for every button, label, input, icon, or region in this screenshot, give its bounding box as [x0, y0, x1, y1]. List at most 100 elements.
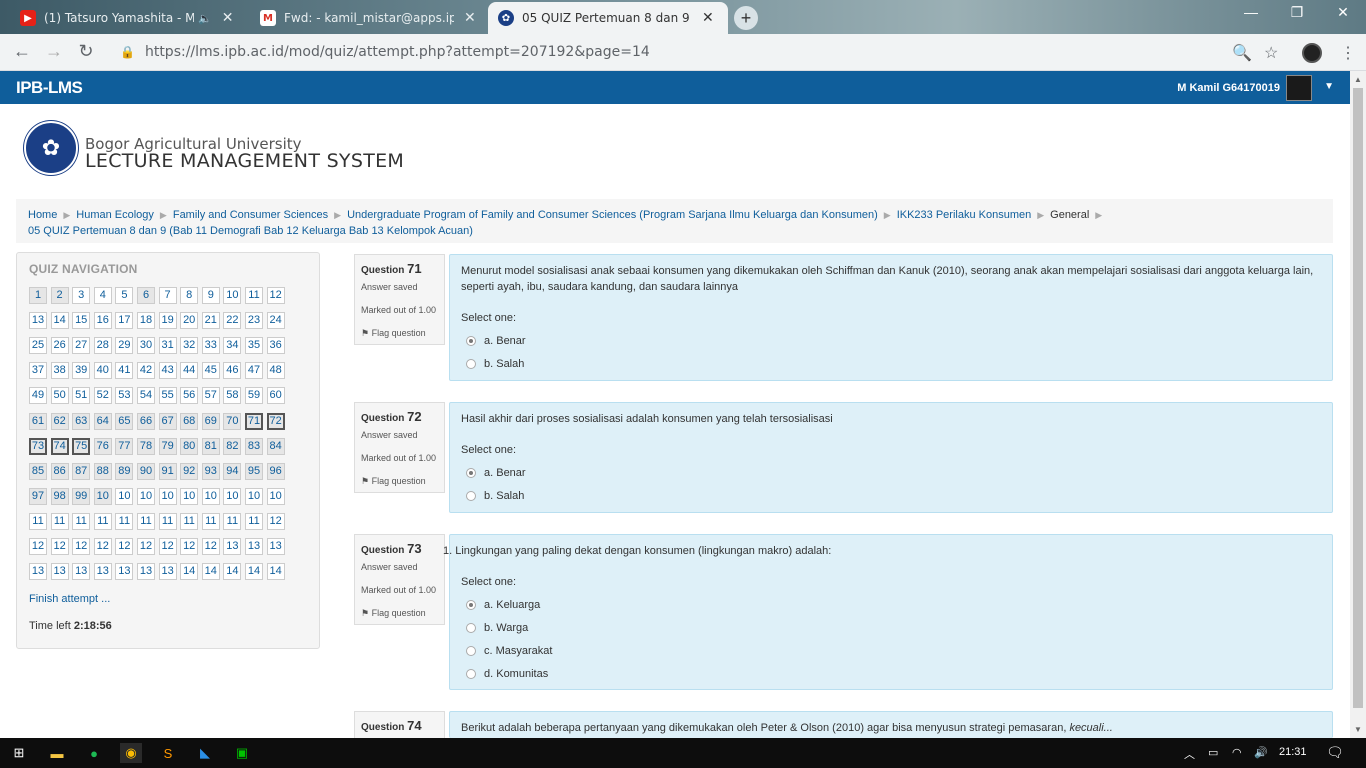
breadcrumb-program[interactable]: Undergraduate Program of Family and Cons…	[347, 209, 878, 221]
quiz-nav-button[interactable]: 24	[266, 312, 285, 330]
quiz-nav-button[interactable]: 20	[180, 312, 199, 330]
quiz-nav-button[interactable]: 26	[50, 337, 69, 355]
quiz-nav-button[interactable]: 61	[29, 412, 47, 430]
quiz-nav-button[interactable]: 22	[223, 312, 242, 330]
radio-button[interactable]	[466, 468, 476, 478]
ipb-logo[interactable]: ✿	[24, 121, 78, 175]
quiz-nav-button[interactable]: 19	[158, 312, 177, 330]
quiz-nav-button[interactable]: 48	[266, 362, 285, 380]
answer-option[interactable]: b. Salah	[461, 356, 1321, 372]
option-label[interactable]: d. Komunitas	[484, 666, 548, 682]
quiz-nav-button[interactable]: 25	[29, 337, 47, 355]
flag-icon[interactable]: ⚑	[361, 328, 369, 338]
quiz-nav-button[interactable]: 3	[72, 287, 91, 304]
quiz-nav-button[interactable]: 42	[137, 362, 155, 380]
vscode-icon[interactable]: ◣	[194, 743, 216, 763]
radio-button[interactable]	[466, 646, 476, 656]
quiz-nav-button[interactable]: 59	[245, 387, 263, 405]
quiz-nav-button[interactable]: 52	[93, 387, 112, 405]
option-label[interactable]: b. Warga	[484, 620, 528, 636]
quiz-nav-button[interactable]: 10	[223, 287, 242, 304]
quiz-nav-button[interactable]: 75	[72, 437, 91, 455]
quiz-nav-button[interactable]: 13	[266, 538, 285, 555]
scroll-down-icon[interactable]: ▼	[1354, 725, 1362, 734]
quiz-nav-button[interactable]: 58	[223, 387, 242, 405]
quiz-nav-button[interactable]: 87	[72, 462, 91, 480]
user-name[interactable]: M Kamil G64170019	[1177, 82, 1280, 94]
quiz-nav-button[interactable]: 78	[137, 437, 155, 455]
quiz-nav-button[interactable]: 60	[266, 387, 285, 405]
quiz-nav-button[interactable]: 74	[50, 437, 69, 455]
quiz-nav-button[interactable]: 5	[115, 287, 134, 304]
quiz-nav-button[interactable]: 8	[180, 287, 199, 304]
option-label[interactable]: a. Benar	[484, 333, 526, 349]
radio-button[interactable]	[466, 600, 476, 610]
quiz-nav-button[interactable]: 98	[50, 487, 69, 505]
quiz-nav-button[interactable]: 11	[29, 512, 47, 530]
file-explorer-icon[interactable]: ▬	[46, 743, 68, 763]
flag-icon[interactable]: ⚑	[361, 476, 369, 486]
new-tab-button[interactable]: +	[734, 6, 758, 30]
quiz-nav-button[interactable]: 13	[29, 563, 47, 581]
close-tab-icon[interactable]: ✕	[464, 10, 476, 26]
flag-question[interactable]: ⚑ Flag question	[361, 608, 438, 619]
notification-icon[interactable]: 🗨	[1326, 744, 1344, 761]
wifi-icon[interactable]: ◠	[1232, 746, 1242, 759]
quiz-nav-button[interactable]: 13	[50, 563, 69, 581]
quiz-nav-button[interactable]: 93	[201, 462, 220, 480]
quiz-nav-button[interactable]: 82	[223, 437, 242, 455]
quiz-nav-button[interactable]: 13	[29, 312, 47, 330]
quiz-nav-button[interactable]: 10	[245, 487, 263, 505]
quiz-nav-button[interactable]: 69	[201, 412, 220, 430]
bookmark-star-icon[interactable]: ☆	[1264, 43, 1278, 63]
quiz-nav-button[interactable]: 10	[180, 487, 199, 505]
windows-start-icon[interactable]: ⊞	[8, 743, 30, 763]
quiz-nav-button[interactable]: 27	[72, 337, 91, 355]
quiz-nav-button[interactable]: 95	[245, 462, 263, 480]
quiz-nav-button[interactable]: 97	[29, 487, 47, 505]
breadcrumb-quiz[interactable]: 05 QUIZ Pertemuan 8 dan 9 (Bab 11 Demogr…	[28, 225, 473, 237]
quiz-nav-button[interactable]: 12	[29, 538, 47, 555]
browser-tab-quiz[interactable]: ✿ 05 QUIZ Pertemuan 8 dan 9 (Bab ✕	[488, 2, 728, 34]
quiz-nav-button[interactable]: 62	[50, 412, 69, 430]
quiz-nav-button[interactable]: 36	[266, 337, 285, 355]
quiz-nav-button[interactable]: 11	[245, 287, 263, 304]
quiz-nav-button[interactable]: 18	[137, 312, 155, 330]
quiz-nav-button[interactable]: 47	[245, 362, 263, 380]
quiz-nav-button[interactable]: 53	[115, 387, 134, 405]
forward-icon[interactable]: →	[42, 41, 66, 62]
answer-option[interactable]: b. Warga	[461, 620, 1321, 636]
quiz-nav-button[interactable]: 45	[201, 362, 220, 380]
quiz-nav-button[interactable]: 88	[93, 462, 112, 480]
quiz-nav-button[interactable]: 11	[72, 512, 91, 530]
quiz-nav-button[interactable]: 11	[115, 512, 134, 530]
quiz-nav-button[interactable]: 84	[266, 437, 285, 455]
quiz-nav-button[interactable]: 76	[93, 437, 112, 455]
back-icon[interactable]: ←	[10, 41, 34, 62]
quiz-nav-button[interactable]: 34	[223, 337, 242, 355]
quiz-nav-button[interactable]: 12	[93, 538, 112, 555]
quiz-nav-button[interactable]: 49	[29, 387, 47, 405]
quiz-nav-button[interactable]: 14	[180, 563, 199, 581]
quiz-nav-button[interactable]: 99	[72, 487, 91, 505]
clock-time[interactable]: 21:31	[1279, 746, 1307, 758]
quiz-nav-button[interactable]: 73	[29, 437, 47, 455]
zoom-icon[interactable]: 🔍	[1232, 43, 1252, 63]
quiz-nav-button[interactable]: 10	[158, 487, 177, 505]
flag-question[interactable]: ⚑ Flag question	[361, 328, 438, 339]
quiz-nav-button[interactable]: 13	[93, 563, 112, 581]
quiz-nav-button[interactable]: 28	[93, 337, 112, 355]
quiz-nav-button[interactable]: 12	[180, 538, 199, 555]
quiz-nav-button[interactable]: 72	[266, 412, 285, 430]
quiz-nav-button[interactable]: 30	[137, 337, 155, 355]
quiz-nav-button[interactable]: 86	[50, 462, 69, 480]
profile-avatar[interactable]	[1302, 43, 1322, 63]
battery-icon[interactable]: ▭	[1208, 746, 1218, 759]
quiz-nav-button[interactable]: 15	[72, 312, 91, 330]
quiz-nav-button[interactable]: 63	[72, 412, 91, 430]
quiz-nav-button[interactable]: 13	[137, 563, 155, 581]
quiz-nav-button[interactable]: 56	[180, 387, 199, 405]
quiz-nav-button[interactable]: 12	[266, 287, 285, 304]
answer-option[interactable]: a. Keluarga	[461, 597, 1321, 613]
browser-tab-youtube[interactable]: ▶ (1) Tatsuro Yamashita - Magi 🔈 ✕	[10, 2, 243, 34]
